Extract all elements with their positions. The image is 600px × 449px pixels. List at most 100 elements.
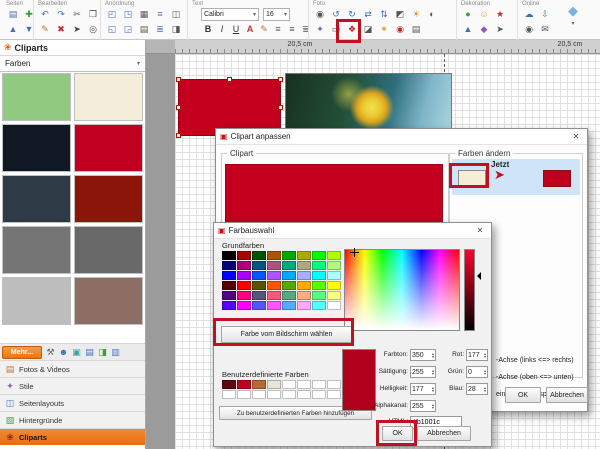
custom-color-swatch[interactable] [312, 380, 326, 389]
value-slider[interactable] [464, 249, 475, 331]
selection-handle[interactable] [278, 77, 283, 82]
clipart-category-select[interactable]: Farben ▾ [0, 56, 145, 72]
rotate-right-icon[interactable]: ↻ [345, 8, 359, 21]
mirror-x-option[interactable]: -Achse (links <=> rechts) [496, 357, 574, 364]
align-top-left-icon[interactable]: ◰ [105, 8, 119, 21]
spinner-arrows[interactable]: ▴▾ [432, 369, 434, 375]
sidebar-item-stile[interactable]: ✦ Stile [0, 377, 145, 394]
custom-color-swatch[interactable] [267, 390, 281, 399]
color-row-selected[interactable]: Jetzt ➤ [452, 159, 580, 195]
clipart-color-tile[interactable] [2, 73, 71, 121]
cloud-icon[interactable]: ☁ [522, 8, 536, 21]
gradient-cursor[interactable] [350, 248, 359, 257]
selection-handle[interactable] [176, 105, 181, 110]
basic-color-swatch[interactable] [282, 271, 296, 280]
sharpen-icon[interactable]: ✶ [377, 23, 391, 36]
basic-color-swatch[interactable] [222, 281, 236, 290]
basic-color-swatch[interactable] [327, 301, 341, 310]
download-icon[interactable]: ⇩ [538, 8, 552, 21]
align-left-icon[interactable]: ≡ [271, 23, 285, 36]
monitor1-icon[interactable]: ▣ [70, 346, 83, 359]
basic-color-swatch[interactable] [252, 301, 266, 310]
basic-color-swatch[interactable] [237, 261, 251, 270]
community-icon[interactable]: ☻ [57, 346, 70, 359]
contrast-icon[interactable]: ◐ [425, 8, 439, 21]
sidebar-item-hintergruende[interactable]: ▨ Hintergründe [0, 411, 145, 428]
value-slider-marker[interactable] [473, 272, 481, 280]
basic-color-swatch[interactable] [327, 251, 341, 260]
basic-color-swatch[interactable] [267, 261, 281, 270]
page-up-icon[interactable]: ▲ [6, 23, 20, 36]
custom-color-swatch[interactable] [327, 390, 341, 399]
basic-color-swatch[interactable] [282, 261, 296, 270]
clipart-color-tile[interactable] [2, 226, 71, 274]
layout-columns-icon[interactable]: ◫ [169, 8, 183, 21]
spinner-arrows[interactable]: ▴▾ [484, 369, 486, 375]
basic-color-swatch[interactable] [252, 271, 266, 280]
pick-screen-color-button[interactable]: Farbe vom Bildschirm wählen [221, 326, 352, 343]
basic-color-swatch[interactable] [312, 301, 326, 310]
monitor3-icon[interactable]: ◨ [96, 346, 109, 359]
basic-color-swatch[interactable] [222, 301, 236, 310]
basic-color-swatch[interactable] [237, 281, 251, 290]
clipart-color-tile[interactable] [74, 73, 143, 121]
copy-icon[interactable]: ❐ [86, 8, 100, 21]
mirror-y-option[interactable]: -Achse (oben <=> unten) [496, 374, 574, 381]
blue-spinbox[interactable]: 28▴▾ [466, 383, 488, 395]
cancel-button[interactable]: Abbrechen [546, 387, 588, 403]
red-eye-icon[interactable]: ◉ [393, 23, 407, 36]
basic-color-swatch[interactable] [252, 261, 266, 270]
basic-color-swatch[interactable] [327, 291, 341, 300]
spinner-arrows[interactable]: ▴▾ [432, 386, 434, 392]
photo-text-icon[interactable]: ▤ [409, 23, 423, 36]
clipart-color-tile[interactable] [74, 175, 143, 223]
crop-icon[interactable]: ◩ [393, 8, 407, 21]
basic-color-swatch[interactable] [312, 261, 326, 270]
basic-color-swatch[interactable] [222, 251, 236, 260]
red-spinbox[interactable]: 177▴▾ [466, 349, 488, 361]
basic-color-swatch[interactable] [312, 271, 326, 280]
web-icon[interactable]: ◉ [522, 23, 536, 36]
font-size-select[interactable]: 16 ▾ [263, 8, 290, 21]
spinner-arrows[interactable]: ▴▾ [484, 352, 486, 358]
ok-button[interactable]: OK [505, 387, 541, 403]
basic-color-swatch[interactable] [237, 251, 251, 260]
flip-horizontal-icon[interactable]: ⇄ [361, 8, 375, 21]
clipart-color-tile[interactable] [2, 175, 71, 223]
basic-color-swatch[interactable] [297, 281, 311, 290]
saturation-spinbox[interactable]: 255▴▾ [410, 366, 436, 378]
rows-arrange-icon[interactable]: ▤ [137, 23, 151, 36]
select-icon[interactable]: ➤ [70, 23, 84, 36]
basic-color-swatch[interactable] [222, 271, 236, 280]
change-colors-icon[interactable]: ❖ [345, 23, 359, 36]
value-spinbox[interactable]: 177▴▾ [410, 383, 436, 395]
arrow-shape-icon[interactable]: ➤ [493, 23, 507, 36]
selection-handle[interactable] [227, 77, 232, 82]
basic-color-swatch[interactable] [312, 291, 326, 300]
custom-color-swatch[interactable] [267, 380, 281, 389]
selection-handle[interactable] [278, 105, 283, 110]
monitor2-icon[interactable]: ▤ [83, 346, 96, 359]
custom-color-swatch[interactable] [237, 380, 251, 389]
shape-diamond-icon[interactable]: ◆ [477, 23, 491, 36]
cut-icon[interactable]: ✂ [70, 8, 84, 21]
spinner-arrows[interactable]: ▴▾ [432, 352, 434, 358]
basic-color-swatch[interactable] [222, 291, 236, 300]
clipart-color-tile[interactable] [74, 124, 143, 172]
align-bottom-left-icon[interactable]: ◱ [105, 23, 119, 36]
selection-handle[interactable] [176, 77, 181, 82]
effects-icon[interactable]: ✦ [313, 23, 327, 36]
basic-color-swatch[interactable] [267, 271, 281, 280]
align-bottom-right-icon[interactable]: ◲ [121, 23, 135, 36]
basic-color-swatch[interactable] [282, 281, 296, 290]
new-color-swatch[interactable] [543, 170, 571, 187]
basic-color-swatch[interactable] [237, 301, 251, 310]
ok-button[interactable]: OK [382, 426, 413, 441]
monitor4-icon[interactable]: ▥ [109, 346, 122, 359]
hue-spinbox[interactable]: 350▴▾ [410, 349, 436, 361]
order-icon[interactable]: ≣ [153, 23, 167, 36]
font-family-select[interactable]: Calibri ▾ [201, 8, 259, 21]
basic-color-swatch[interactable] [312, 251, 326, 260]
spinner-arrows[interactable]: ▴▾ [484, 386, 486, 392]
basic-color-swatch[interactable] [252, 291, 266, 300]
